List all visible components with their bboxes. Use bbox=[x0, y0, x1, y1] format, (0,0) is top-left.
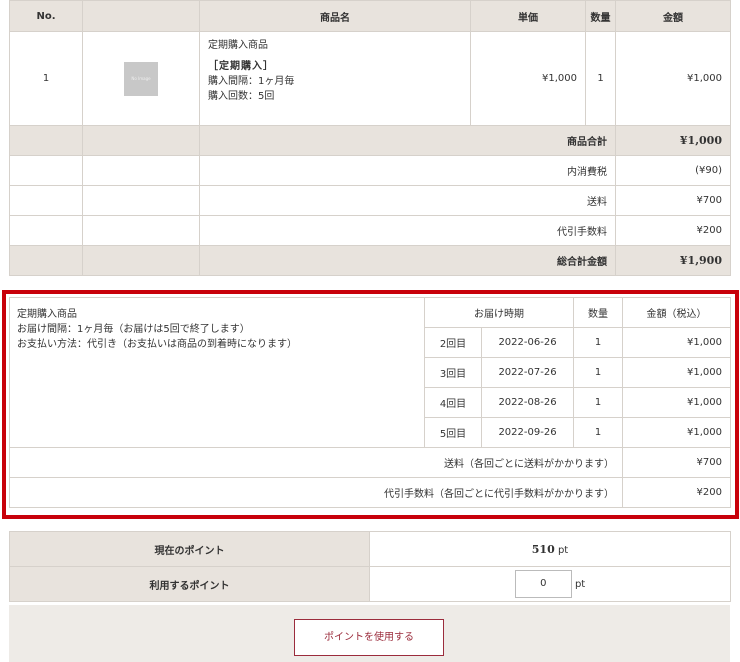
total-row: 総合計金額 ¥1,900 bbox=[9, 245, 731, 276]
item-no: 1 bbox=[9, 31, 83, 126]
delivery-nth: 4回目 bbox=[424, 387, 482, 418]
header-product-name: 商品名 bbox=[199, 0, 471, 32]
subtotal-label: 商品合計 bbox=[199, 125, 616, 156]
shipping-row: 送料 ¥700 bbox=[9, 185, 731, 216]
cod-value: ¥200 bbox=[615, 215, 731, 246]
delivery-date: 2022-08-26 bbox=[481, 387, 574, 418]
subscription-info-payment: お支払い方法：代引き（お支払いは商品の到着時になります） bbox=[17, 339, 297, 350]
order-item-row: 1 No Image 定期購入商品 ［定期購入］ 購入間隔：1ヶ月毎 購入回数：… bbox=[9, 31, 731, 126]
sub-cod-row: 代引手数料（各回ごとに代引手数料がかかります） ¥200 bbox=[9, 477, 731, 508]
current-points-label: 現在のポイント bbox=[9, 531, 370, 567]
delivery-amount: ¥1,000 bbox=[622, 387, 731, 418]
tax-row: 内消費税 (¥90) bbox=[9, 155, 731, 186]
delivery-amount: ¥1,000 bbox=[622, 417, 731, 448]
purchase-interval: 購入間隔：1ヶ月毎 bbox=[208, 76, 295, 87]
subscription-info: 定期購入商品 お届け間隔：1ヶ月毎（お届けは5回で終了します） お支払い方法：代… bbox=[9, 297, 425, 448]
delivery-nth: 2回目 bbox=[424, 327, 482, 358]
cod-label: 代引手数料 bbox=[199, 215, 616, 246]
total-label: 総合計金額 bbox=[199, 245, 616, 276]
shipping-label: 送料 bbox=[199, 185, 616, 216]
delivery-qty: 1 bbox=[573, 357, 623, 388]
delivery-qty: 1 bbox=[573, 327, 623, 358]
current-points-value: 510 bbox=[531, 542, 555, 556]
subtotal-value: ¥1,000 bbox=[615, 125, 731, 156]
total-value: ¥1,900 bbox=[615, 245, 731, 276]
current-points: 510 pt bbox=[369, 531, 731, 567]
header-amount: 金額 bbox=[615, 0, 731, 32]
subscription-tag: ［定期購入］ bbox=[208, 61, 274, 72]
use-points-label: 利用するポイント bbox=[9, 566, 370, 602]
subscription-schedule-table: 定期購入商品 お届け間隔：1ヶ月毎（お届けは5回で終了します） お支払い方法：代… bbox=[9, 297, 731, 508]
current-points-unit: pt bbox=[557, 544, 569, 556]
sub-shipping-value: ¥700 bbox=[622, 447, 731, 478]
use-points-button[interactable]: ポイントを使用する bbox=[294, 619, 444, 656]
sub-cod-label: 代引手数料（各回ごとに代引手数料がかかります） bbox=[9, 477, 623, 508]
footer-area: ポイントを使用する bbox=[9, 605, 730, 662]
shipping-value: ¥700 bbox=[615, 185, 731, 216]
header-delivery-date: お届け時期 bbox=[424, 297, 574, 328]
product-image-placeholder: No Image bbox=[124, 61, 158, 96]
order-table: No. 商品名 単価 数量 金額 1 No Image 定期購入商品 ［定期購入… bbox=[9, 0, 731, 276]
delivery-amount: ¥1,000 bbox=[622, 357, 731, 388]
subscription-info-interval: お届け間隔：1ヶ月毎（お届けは5回で終了します） bbox=[17, 324, 250, 335]
sub-shipping-label: 送料（各回ごとに送料がかかります） bbox=[9, 447, 623, 478]
subscription-info-title: 定期購入商品 bbox=[17, 309, 77, 320]
header-sub-amount: 金額（税込） bbox=[622, 297, 731, 328]
item-qty: 1 bbox=[585, 31, 616, 126]
use-points-input[interactable]: 0 bbox=[514, 570, 572, 598]
header-qty: 数量 bbox=[585, 0, 616, 32]
use-points: 0 pt bbox=[369, 566, 731, 602]
sub-cod-value: ¥200 bbox=[622, 477, 731, 508]
tax-value: (¥90) bbox=[615, 155, 731, 186]
delivery-qty: 1 bbox=[573, 387, 623, 418]
item-unit-price: ¥1,000 bbox=[470, 31, 586, 126]
header-image bbox=[82, 0, 200, 32]
delivery-date: 2022-09-26 bbox=[481, 417, 574, 448]
delivery-nth: 5回目 bbox=[424, 417, 482, 448]
product-name: 定期購入商品 bbox=[208, 40, 268, 51]
header-no: No. bbox=[9, 0, 83, 32]
cod-row: 代引手数料 ¥200 bbox=[9, 215, 731, 246]
tax-label: 内消費税 bbox=[199, 155, 616, 186]
delivery-nth: 3回目 bbox=[424, 357, 482, 388]
item-amount: ¥1,000 bbox=[615, 31, 731, 126]
header-unit-price: 単価 bbox=[470, 0, 586, 32]
delivery-date: 2022-06-26 bbox=[481, 327, 574, 358]
use-points-unit: pt bbox=[574, 579, 586, 590]
sub-shipping-row: 送料（各回ごとに送料がかかります） ¥700 bbox=[9, 447, 731, 478]
header-sub-qty: 数量 bbox=[573, 297, 623, 328]
points-table: 現在のポイント 510 pt 利用するポイント 0 pt bbox=[9, 531, 731, 602]
purchase-count: 購入回数：5回 bbox=[208, 91, 275, 102]
subtotal-row: 商品合計 ¥1,000 bbox=[9, 125, 731, 156]
delivery-amount: ¥1,000 bbox=[622, 327, 731, 358]
delivery-date: 2022-07-26 bbox=[481, 357, 574, 388]
delivery-qty: 1 bbox=[573, 417, 623, 448]
product-cell: 定期購入商品 ［定期購入］ 購入間隔：1ヶ月毎 購入回数：5回 bbox=[199, 31, 471, 126]
